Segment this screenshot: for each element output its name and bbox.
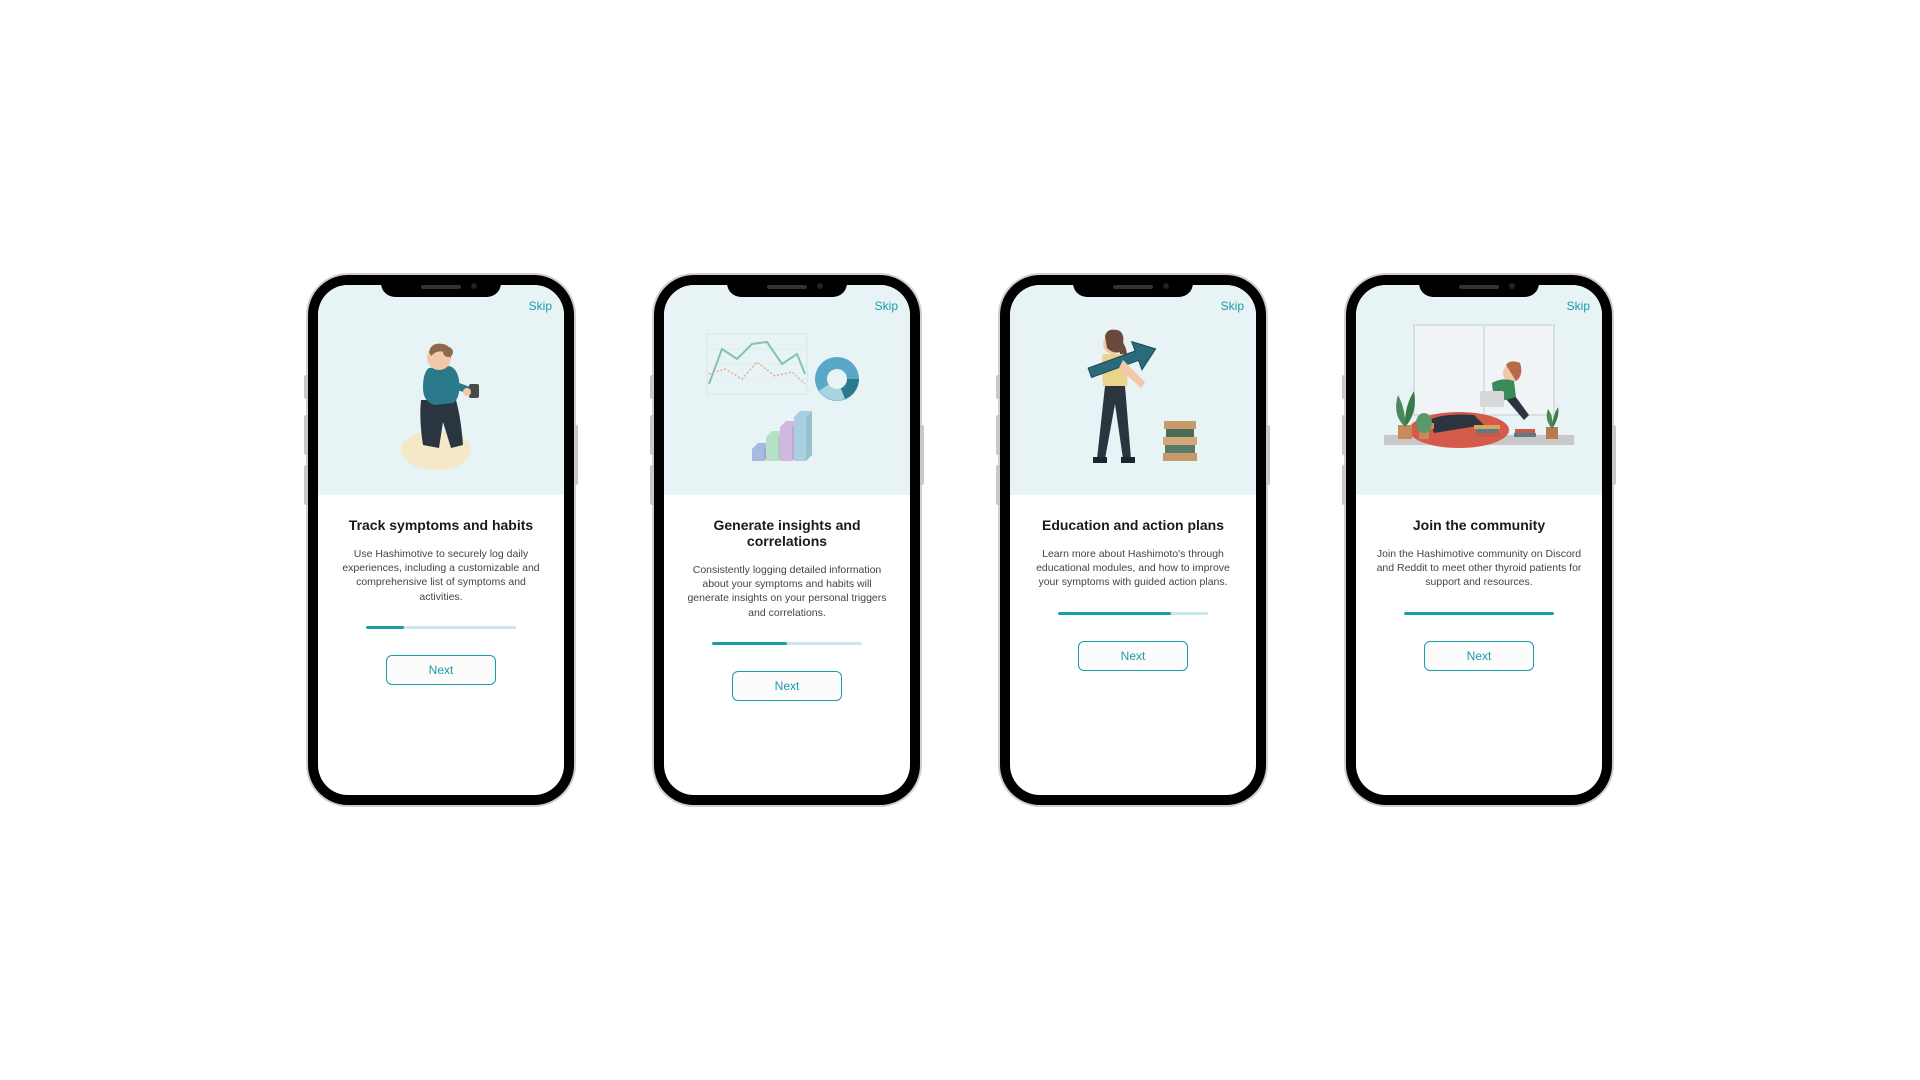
progress-fill <box>1058 612 1171 615</box>
next-button[interactable]: Next <box>1078 641 1188 671</box>
phone-mockup-1: Skip Track symptoms and habits <box>308 275 574 805</box>
onboarding-description: Learn more about Hashimoto's through edu… <box>1028 547 1238 590</box>
phone-mockup-3: Skip <box>1000 275 1266 805</box>
progress-fill <box>712 642 787 645</box>
hero-area: Skip <box>664 285 910 495</box>
progress-bar <box>1404 612 1554 615</box>
content-area: Generate insights and correlations Consi… <box>664 495 910 795</box>
onboarding-title: Join the community <box>1413 517 1545 533</box>
illustration-education <box>1053 324 1213 474</box>
onboarding-screen-3: Skip <box>1010 285 1256 795</box>
hero-area: Skip <box>1010 285 1256 495</box>
content-area: Education and action plans Learn more ab… <box>1010 495 1256 795</box>
next-button[interactable]: Next <box>732 671 842 701</box>
onboarding-screen-2: Skip <box>664 285 910 795</box>
progress-bar <box>366 626 516 629</box>
progress-fill <box>366 626 404 629</box>
illustration-charts <box>697 324 877 474</box>
phone-mockup-4: Skip <box>1346 275 1612 805</box>
skip-button[interactable]: Skip <box>1221 299 1244 313</box>
onboarding-description: Consistently logging detailed informatio… <box>682 563 892 620</box>
progress-bar <box>712 642 862 645</box>
onboarding-title: Track symptoms and habits <box>349 517 533 533</box>
content-area: Track symptoms and habits Use Hashimotiv… <box>318 495 564 795</box>
skip-button[interactable]: Skip <box>875 299 898 313</box>
hero-area: Skip <box>1356 285 1602 495</box>
next-button[interactable]: Next <box>386 655 496 685</box>
skip-button[interactable]: Skip <box>529 299 552 313</box>
progress-bar <box>1058 612 1208 615</box>
content-area: Join the community Join the Hashimotive … <box>1356 495 1602 795</box>
hero-area: Skip <box>318 285 564 495</box>
next-button[interactable]: Next <box>1424 641 1534 671</box>
skip-button[interactable]: Skip <box>1567 299 1590 313</box>
onboarding-title: Generate insights and correlations <box>682 517 892 549</box>
onboarding-description: Use Hashimotive to securely log daily ex… <box>336 547 546 604</box>
progress-fill <box>1404 612 1554 615</box>
onboarding-title: Education and action plans <box>1042 517 1224 533</box>
onboarding-screen-1: Skip Track symptoms and habits <box>318 285 564 795</box>
phone-mockup-2: Skip <box>654 275 920 805</box>
onboarding-screen-4: Skip <box>1356 285 1602 795</box>
illustration-woman-phone <box>381 330 501 470</box>
illustration-community <box>1374 315 1584 475</box>
onboarding-description: Join the Hashimotive community on Discor… <box>1374 547 1584 590</box>
